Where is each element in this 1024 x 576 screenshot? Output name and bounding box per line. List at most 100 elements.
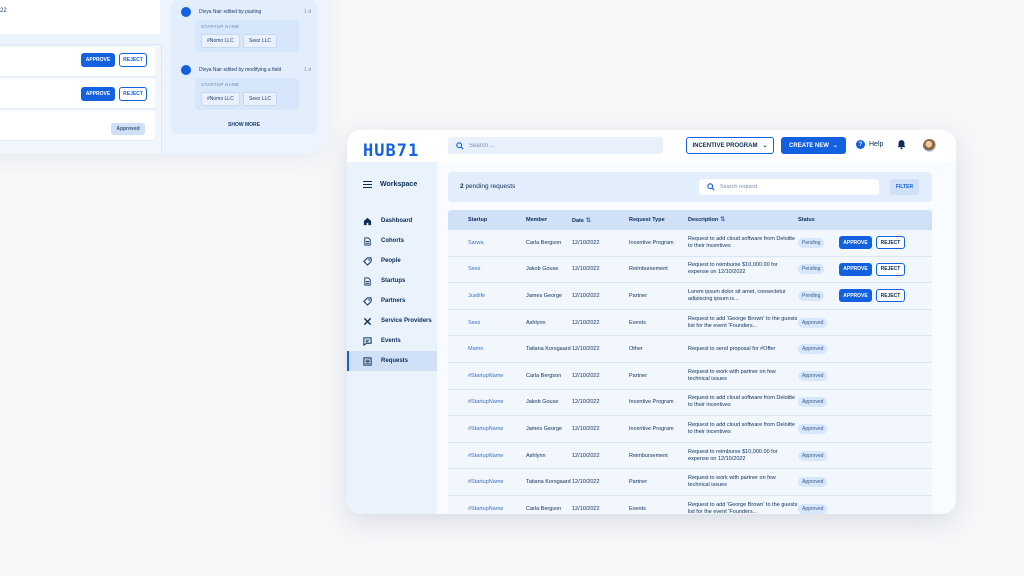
global-search[interactable] <box>448 137 663 154</box>
column-description[interactable]: Description ⇅ <box>688 217 798 224</box>
status-badge: Approved <box>798 423 828 434</box>
column-date[interactable]: Date ⇅ <box>572 217 629 224</box>
column-request-type[interactable]: Request Type <box>629 217 688 223</box>
table-row[interactable]: #StartupName James George 12/10/2022 Incent… <box>448 416 932 443</box>
cell-description: Request to add cloud software from Deloi… <box>688 395 796 409</box>
search-icon <box>456 141 464 150</box>
sidebar: Workspace Dashboard Cohorts People Start… <box>347 162 437 514</box>
table-header: Startup Member Date ⇅ Request Type Descri… <box>448 210 932 230</box>
approve-button[interactable]: APPROVE <box>839 236 872 250</box>
hub71-logo[interactable]: HUB71 <box>363 141 419 161</box>
reject-button[interactable]: REJECT <box>876 289 905 303</box>
cell-member: Ashlynn <box>526 319 546 326</box>
activity-change-box: STARTUP NAME #Nomo LLC Seez LLC <box>195 78 299 110</box>
reject-button[interactable]: REJECT <box>876 236 905 250</box>
sidebar-item-cohorts[interactable]: Cohorts <box>347 231 437 251</box>
cell-member: Ashlynn <box>526 452 546 459</box>
table-row[interactable]: #StartupName Carla Bergson 12/10/2022 Event… <box>448 495 932 514</box>
approve-button[interactable]: APPROVE <box>81 87 115 101</box>
table-row[interactable]: #StartupName Jakob Gouse 12/10/2022 Incenti… <box>448 389 932 417</box>
sidebar-item-service-providers[interactable]: Service Providers <box>347 311 437 331</box>
status-badge: Approved <box>798 397 828 408</box>
cell-description: Request to work with partner on few tech… <box>688 368 776 382</box>
show-more-link[interactable]: SHOW MORE <box>171 122 317 128</box>
cell-startup[interactable]: Seez <box>448 266 506 272</box>
sort-icon[interactable]: ⇅ <box>720 217 725 223</box>
table-row[interactable]: Sarwa Carla Bergson 12/10/2022 Incentive Pr… <box>448 230 932 257</box>
table-row[interactable]: Justlife James George 12/10/2022 Partner Lor… <box>448 283 932 310</box>
menu-icon <box>363 181 372 188</box>
workspace-toggle[interactable]: Workspace <box>363 181 417 188</box>
incentive-program-dropdown[interactable]: INCENTIVE PROGRAM ⌄ <box>686 137 774 154</box>
approve-button[interactable]: APPROVE <box>839 262 872 276</box>
table-row[interactable]: #StartupName Tatiana Korsgaard 12/10/2022 P… <box>448 469 932 496</box>
cell-startup[interactable]: Seez <box>448 320 506 326</box>
status-badge: Approved <box>798 477 828 488</box>
help-link[interactable]: ? Help <box>856 140 883 149</box>
cell-startup[interactable]: Sarwa <box>448 240 506 246</box>
sidebar-item-label: Events <box>381 338 401 344</box>
field-label: STARTUP NAME <box>201 82 240 87</box>
cell-date: 12/10/2022 <box>572 425 600 432</box>
sidebar-item-partners[interactable]: Partners <box>347 291 437 311</box>
status-badge: Approved <box>798 503 828 514</box>
bell-icon[interactable] <box>896 139 907 150</box>
table-row[interactable]: #StartupName Ashlynn 12/10/2022 Reimburseme… <box>448 442 932 470</box>
cell-startup[interactable]: #StartupName <box>448 479 506 485</box>
status-badge: Pending <box>798 237 825 248</box>
table-row[interactable]: Seez Jakob Gouse 12/10/2022 Reimbursement Re… <box>448 256 932 284</box>
column-startup[interactable]: Startup <box>448 217 506 223</box>
cell-request-type: Events <box>629 319 646 326</box>
background-request-panel: APPROVE REJECT APPROVE REJECT Approved <box>0 44 162 154</box>
cell-date: 12/10/2022 <box>572 239 600 246</box>
sidebar-item-requests[interactable]: Requests <box>347 351 437 371</box>
background-row: APPROVE REJECT <box>0 79 155 109</box>
table-row[interactable]: Seez Ashlynn 12/10/2022 Events Request to ad… <box>448 309 932 337</box>
background-card: 22 APPROVE REJECT APPROVE REJECT Approve… <box>0 0 328 154</box>
column-status[interactable]: Status <box>798 217 839 223</box>
cell-request-type: Incentive Program <box>629 399 674 406</box>
tools-icon <box>363 317 372 325</box>
cell-member: Carla Bergson <box>526 372 562 379</box>
reject-button[interactable]: REJECT <box>119 53 147 67</box>
approve-button[interactable]: APPROVE <box>81 53 115 67</box>
sidebar-item-startups[interactable]: Startups <box>347 271 437 291</box>
cell-request-type: Incentive Program <box>629 239 674 246</box>
user-icon <box>181 65 191 75</box>
sidebar-item-dashboard[interactable]: Dashboard <box>347 211 437 231</box>
cell-member: Carla Bergson <box>526 239 562 246</box>
app-window: HUB71 INCENTIVE PROGRAM ⌄ CREATE NEW ⌄ ?… <box>347 130 956 514</box>
sidebar-item-label: People <box>381 258 401 264</box>
reject-button[interactable]: REJECT <box>119 87 147 101</box>
cell-description: Request to work with partner on few tech… <box>688 475 776 489</box>
cell-startup[interactable]: #StartupName <box>448 426 506 432</box>
reject-button[interactable]: REJECT <box>876 262 905 276</box>
cell-status: Approved <box>798 317 839 328</box>
cell-startup[interactable]: #StartupName <box>448 373 506 379</box>
requests-content: 2 pending requests FILTER Startup Member… <box>437 162 956 514</box>
cell-startup[interactable]: #StartupName <box>448 453 506 459</box>
cell-startup[interactable]: #StartupName <box>448 399 506 405</box>
status-badge: Approved <box>798 370 828 381</box>
request-search[interactable] <box>699 179 879 195</box>
table-row[interactable]: Mamo Tatiana Korsgaard 12/10/2022 Other Requ… <box>448 336 932 363</box>
search-request-input[interactable] <box>720 184 870 190</box>
cell-date: 12/10/2022 <box>572 292 600 299</box>
background-row: Approved <box>0 111 155 141</box>
cell-startup[interactable]: Justlife <box>448 293 506 299</box>
sidebar-item-events[interactable]: Events <box>347 331 437 351</box>
create-new-button[interactable]: CREATE NEW ⌄ <box>781 137 846 154</box>
status-badge: Approved <box>798 344 828 355</box>
sort-icon[interactable]: ⇅ <box>586 218 591 224</box>
activity-log: Divya Nair edited by pasting 1 d STARTUP… <box>171 0 317 134</box>
filter-button[interactable]: FILTER <box>890 179 919 195</box>
cell-startup[interactable]: Mamo <box>448 346 506 352</box>
column-member[interactable]: Member <box>506 217 572 223</box>
avatar[interactable] <box>923 139 936 152</box>
sidebar-item-people[interactable]: People <box>347 251 437 271</box>
cell-request-type: Partner <box>629 372 648 379</box>
approve-button[interactable]: APPROVE <box>839 289 872 303</box>
cell-startup[interactable]: #StartupName <box>448 506 506 512</box>
search-input[interactable] <box>469 142 649 149</box>
table-row[interactable]: #StartupName Carla Bergson 12/10/2022 Partn… <box>448 362 932 390</box>
